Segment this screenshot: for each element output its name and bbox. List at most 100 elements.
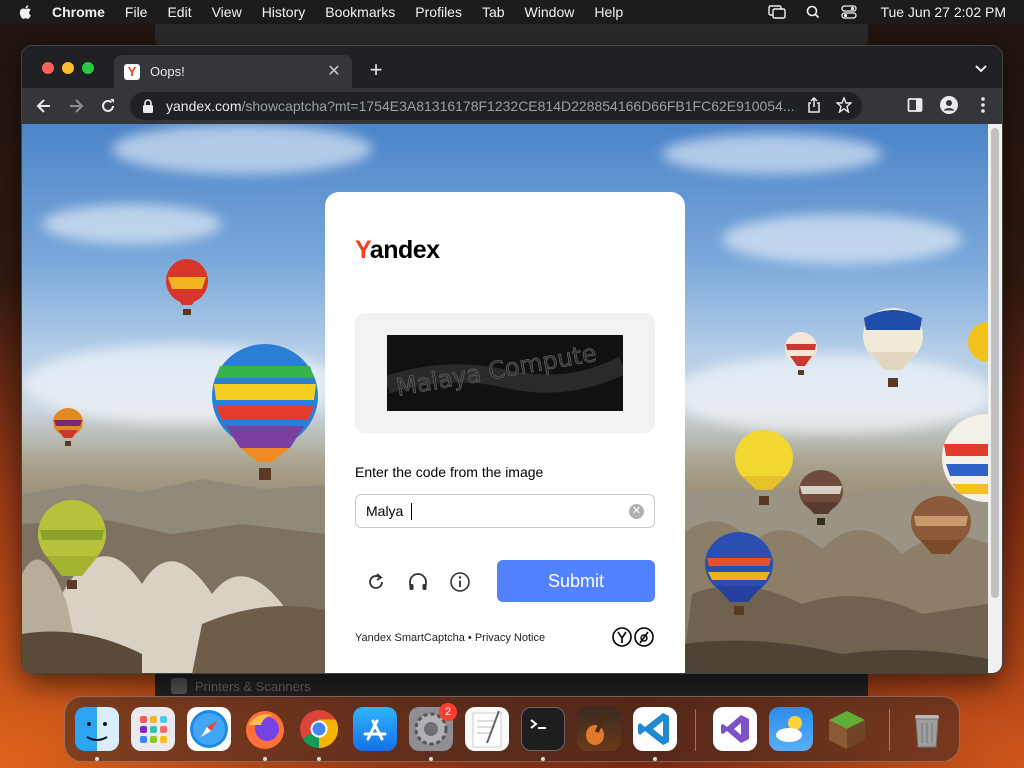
share-icon[interactable] [806, 97, 822, 113]
hot-air-balloon [53, 408, 83, 446]
menu-bookmarks[interactable]: Bookmarks [325, 4, 395, 20]
browser-toolbar: yandex.com/showcaptcha?mt=1754E3A8131617… [22, 88, 1002, 124]
menu-edit[interactable]: Edit [167, 4, 191, 20]
hot-air-balloon [785, 332, 817, 375]
guitar-icon [586, 713, 608, 745]
vscode-icon[interactable] [633, 707, 677, 751]
system-settings-icon[interactable]: 2 [409, 703, 457, 751]
captcha-code-input[interactable]: Malya ✕ [355, 494, 655, 528]
menu-file[interactable]: File [125, 4, 148, 20]
forward-arrow-icon [70, 99, 84, 113]
trash-can-icon [915, 715, 939, 748]
yandex-favicon-icon: Y [124, 63, 140, 80]
hot-air-balloon [705, 532, 773, 615]
minecraft-icon[interactable] [825, 707, 869, 751]
minimize-window-button[interactable] [62, 62, 74, 74]
chrome-window: Y Oops! ✕ + yandex.com/showcaptcha?mt=17… [22, 46, 1002, 673]
close-window-button[interactable] [42, 62, 54, 74]
safari-icon[interactable] [187, 707, 231, 751]
menu-profiles[interactable]: Profiles [415, 4, 462, 20]
firefox-logo-icon [246, 711, 284, 749]
tab-oops[interactable]: Y Oops! ✕ [114, 55, 352, 88]
captcha-footer[interactable]: Yandex SmartCaptcha • Privacy Notice [355, 632, 545, 644]
control-center-icon[interactable] [840, 5, 858, 19]
menubar-clock[interactable]: Tue Jun 27 2:02 PM [880, 4, 1006, 20]
dock: 2 [64, 696, 960, 762]
yandex-logo: Yandex [355, 236, 440, 265]
tab-search-chevron-icon[interactable] [974, 62, 988, 76]
dock-separator-trash [889, 709, 890, 751]
cloud [42, 204, 222, 244]
spotlight-search-icon[interactable] [804, 5, 822, 19]
tab-title: Oops! [150, 64, 185, 79]
weather-icon[interactable] [769, 707, 813, 751]
new-tab-button[interactable]: + [366, 59, 386, 81]
hot-air-balloon [968, 322, 988, 362]
submit-button[interactable]: Submit [497, 560, 655, 602]
captcha-image-container: Malaya Compute [355, 313, 655, 433]
background-window-top [155, 24, 868, 46]
hot-air-balloon [863, 308, 923, 387]
hot-air-balloon [735, 430, 793, 505]
clear-input-icon[interactable]: ✕ [629, 504, 644, 519]
menu-tab[interactable]: Tab [482, 4, 505, 20]
garageband-icon[interactable] [577, 707, 621, 751]
reload-button[interactable] [98, 96, 118, 116]
page-scrollbar[interactable] [988, 124, 1002, 673]
profile-button[interactable] [940, 96, 958, 114]
profile-avatar-icon [940, 96, 958, 114]
side-panel-button[interactable] [906, 96, 924, 114]
captcha-card: Yandex Malaya Compute Enter the code fro… [325, 192, 685, 673]
tab-close-icon[interactable]: ✕ [326, 63, 342, 80]
app-store-a-icon [363, 719, 387, 741]
back-button[interactable] [34, 96, 54, 116]
lock-icon[interactable] [142, 99, 154, 113]
app-store-icon[interactable] [353, 707, 397, 751]
dock-separator [695, 709, 696, 751]
launchpad-icon[interactable] [131, 707, 175, 751]
menu-help[interactable]: Help [594, 4, 623, 20]
menu-bar: Chrome File Edit View History Bookmarks … [0, 0, 1024, 24]
terminal-running-dot [541, 757, 545, 761]
logo-letter-y: Y [355, 236, 370, 264]
chrome-menu-button[interactable] [974, 96, 992, 114]
menu-view[interactable]: View [212, 4, 242, 20]
smartcaptcha-logo-icon [612, 627, 654, 647]
firefox-icon[interactable] [243, 707, 287, 751]
cloud [662, 134, 882, 174]
audio-captcha-headphones-icon[interactable] [407, 571, 429, 593]
menu-app-name[interactable]: Chrome [52, 4, 105, 20]
trash-icon[interactable] [905, 707, 949, 751]
textedit-icon[interactable] [465, 707, 509, 751]
info-icon[interactable] [449, 571, 471, 593]
terminal-icon[interactable] [521, 707, 565, 751]
scrollbar-thumb[interactable] [991, 128, 999, 598]
hot-air-balloon [911, 496, 971, 554]
menu-history[interactable]: History [262, 4, 306, 20]
settings-running-dot [429, 757, 433, 761]
url-host: yandex.com [166, 98, 242, 114]
chrome-running-dot [317, 757, 321, 761]
captcha-prompt: Enter the code from the image [355, 464, 544, 480]
cloud [112, 124, 372, 174]
refresh-captcha-icon[interactable] [365, 571, 387, 593]
tab-strip: Y Oops! ✕ + [22, 46, 1002, 88]
hot-air-balloon [166, 259, 208, 315]
textedit-page-icon [472, 710, 502, 748]
captcha-image: Malaya Compute [387, 335, 623, 411]
bookmark-star-icon[interactable] [836, 97, 852, 113]
visual-studio-icon[interactable] [713, 707, 757, 751]
menu-window[interactable]: Window [525, 4, 575, 20]
apple-icon[interactable] [18, 4, 34, 20]
finder-icon[interactable] [75, 707, 119, 751]
address-bar[interactable]: yandex.com/showcaptcha?mt=1754E3A8131617… [130, 92, 862, 120]
side-panel-icon [907, 98, 923, 112]
zoom-window-button[interactable] [82, 62, 94, 74]
cloud-sun-icon [776, 716, 802, 742]
hot-air-balloon [38, 500, 106, 589]
screen-mirroring-icon[interactable] [768, 5, 787, 19]
reload-icon [102, 99, 114, 112]
forward-button[interactable] [66, 96, 86, 116]
chrome-icon[interactable] [297, 707, 341, 751]
visual-studio-logo-icon [721, 715, 749, 743]
